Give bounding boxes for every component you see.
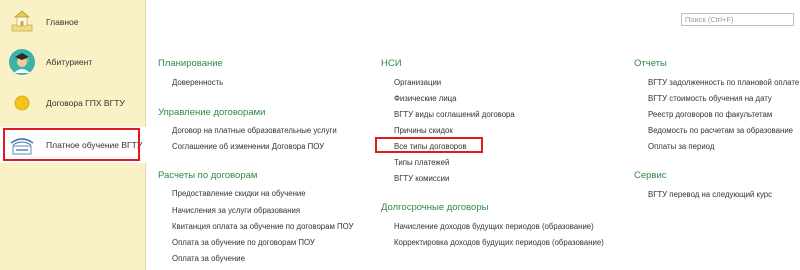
sidebar-item-paid-education[interactable]: Платное обучение ВГТУ [0, 127, 146, 163]
link-report-debt[interactable]: ВГТУ задолженность по плановой оплате [648, 78, 799, 87]
link-organizations[interactable]: Организации [394, 78, 441, 87]
home-icon [8, 8, 36, 36]
link-all-contract-types[interactable]: Все типы договоров [394, 142, 467, 151]
link-payment[interactable]: Оплата за обучение [172, 254, 245, 263]
link-report-cost[interactable]: ВГТУ стоимость обучения на дату [648, 94, 772, 103]
link-charges[interactable]: Начисления за услуги образования [172, 206, 300, 215]
link-payment-pou[interactable]: Оплата за обучение по договорам ПОУ [172, 238, 315, 247]
link-commissions[interactable]: ВГТУ комиссии [394, 174, 449, 183]
link-next-course-transfer[interactable]: ВГТУ перевод на следующий курс [648, 190, 772, 199]
link-discount[interactable]: Предоставление скидки на обучение [172, 189, 306, 198]
link-pou-amendment[interactable]: Соглашение об изменении Договора ПОУ [172, 142, 324, 151]
yellow-circle-icon [8, 89, 36, 117]
link-report-registry[interactable]: Реестр договоров по факультетам [648, 110, 772, 119]
section-title-reports: Отчеты [634, 58, 667, 69]
search-input[interactable] [681, 13, 794, 26]
sidebar-item-label: Абитуриент [46, 57, 93, 67]
sidebar-item-label: Платное обучение ВГТУ [46, 140, 143, 150]
link-payment-types[interactable]: Типы платежей [394, 158, 449, 167]
link-report-payments-period[interactable]: Оплаты за период [648, 142, 714, 151]
sidebar-item-label: Договора ГПХ ВГТУ [46, 98, 125, 108]
sidebar: Главное Абитуриент Договора ГПХ ВГТУ Пла… [0, 0, 146, 270]
section-title-contract-settlements: Расчеты по договорам [158, 170, 258, 181]
link-report-statement[interactable]: Ведомость по расчетам за образование [648, 126, 793, 135]
vgtu-logo-icon [8, 131, 36, 159]
section-title-nsi: НСИ [381, 58, 402, 69]
link-paid-services-contract[interactable]: Договор на платные образовательные услуг… [172, 126, 337, 135]
sidebar-item-applicant[interactable]: Абитуриент [0, 44, 146, 80]
section-title-long-term-contracts: Долгосрочные договоры [381, 202, 489, 213]
link-discount-reasons[interactable]: Причины скидок [394, 126, 453, 135]
link-future-income-accrual[interactable]: Начисление доходов будущих периодов (обр… [394, 222, 594, 231]
link-agreement-types[interactable]: ВГТУ виды соглашений договора [394, 110, 515, 119]
section-title-planning: Планирование [158, 58, 223, 69]
link-future-income-adjustment[interactable]: Корректировка доходов будущих периодов (… [394, 238, 604, 247]
link-power-of-attorney[interactable]: Доверенность [172, 78, 223, 87]
sidebar-item-label: Главное [46, 17, 79, 27]
section-title-contract-management: Управление договорами [158, 107, 266, 118]
sidebar-item-gph-contracts[interactable]: Договора ГПХ ВГТУ [0, 85, 146, 121]
link-individuals[interactable]: Физические лица [394, 94, 457, 103]
graduate-avatar-icon [8, 48, 36, 76]
link-receipt[interactable]: Квитанция оплата за обучение по договора… [172, 222, 353, 231]
section-title-service: Сервис [634, 170, 667, 181]
sidebar-item-home[interactable]: Главное [0, 4, 146, 40]
